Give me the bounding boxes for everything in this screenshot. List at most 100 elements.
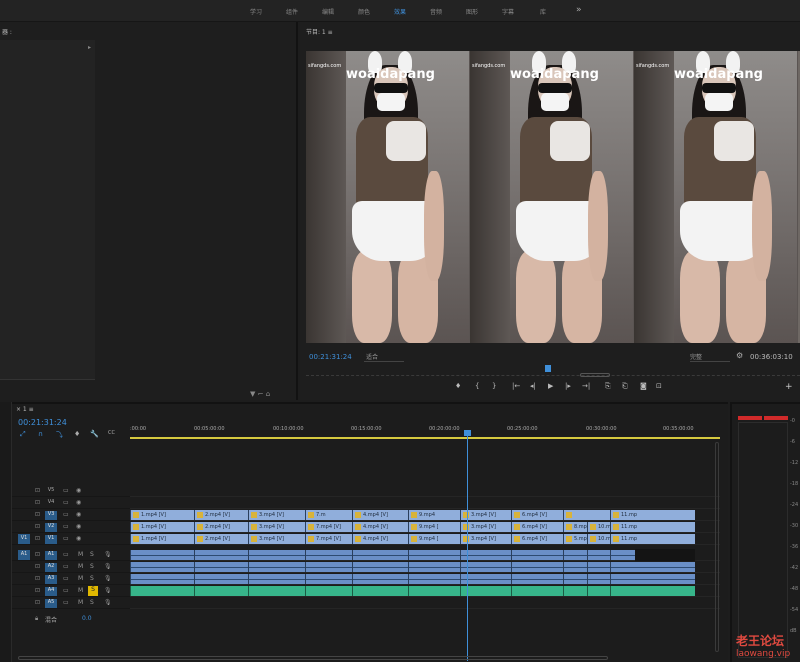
go-to-in-button[interactable]: |← <box>512 382 520 390</box>
lock-icon[interactable]: ⊡ <box>35 551 40 558</box>
track-name[interactable]: A1 <box>45 551 57 560</box>
sync-lock-icon[interactable]: ▭ <box>63 587 69 594</box>
audio-clip[interactable] <box>587 586 610 596</box>
mute-button[interactable]: M <box>78 587 83 594</box>
audio-clip[interactable] <box>408 586 460 596</box>
video-clip[interactable]: 4.mp4 [V] <box>352 522 408 532</box>
captions-icon[interactable]: CC <box>108 430 115 436</box>
linked-selection-icon[interactable]: ⤵ <box>56 430 63 440</box>
workspace-more-button[interactable]: » <box>576 5 582 15</box>
microphone-icon[interactable]: 🎙︎ <box>104 563 112 570</box>
comparison-view-icon[interactable]: ⊡ <box>656 382 662 390</box>
audio-clip[interactable] <box>563 574 587 584</box>
audio-clip[interactable] <box>610 586 695 596</box>
play-button[interactable]: ▶ <box>548 382 553 390</box>
timeline-timecode[interactable]: 00:21:31:24 <box>18 418 67 427</box>
program-playhead[interactable] <box>545 365 551 372</box>
lock-icon[interactable]: ⊡ <box>35 523 40 530</box>
audio-clip[interactable] <box>511 550 563 560</box>
workspace-tab-audio[interactable]: 音频 <box>430 7 442 16</box>
audio-clip[interactable] <box>563 586 587 596</box>
track-lane-v5[interactable] <box>130 485 720 497</box>
wrench-icon[interactable]: ⚙ <box>736 351 743 360</box>
video-clip[interactable]: 7.mp4 [V] <box>305 522 352 532</box>
track-name[interactable]: A5 <box>45 599 57 608</box>
program-time-ruler[interactable] <box>306 368 800 376</box>
track-lane-v1[interactable]: 1.mp4 [V] 2.mp4 [V] 3.mp4 [V] 7.mp4 [V] 4.mp… <box>130 533 720 545</box>
mute-button[interactable]: M <box>78 551 83 558</box>
video-clip[interactable]: 4.mp4 [V] <box>352 534 408 544</box>
audio-clip[interactable] <box>587 550 610 560</box>
snap-icon[interactable]: ∩ <box>38 430 43 438</box>
track-name[interactable]: V3 <box>45 511 57 520</box>
audio-clip[interactable] <box>610 574 695 584</box>
sync-lock-icon[interactable]: ▭ <box>63 563 69 570</box>
workspace-tab-color[interactable]: 颜色 <box>358 7 370 16</box>
video-clip[interactable]: 11.mp <box>610 522 695 532</box>
workspace-tab-libraries[interactable]: 库 <box>540 7 546 16</box>
video-clip[interactable]: 2.mp4 [V] <box>194 510 248 520</box>
video-clip[interactable]: 7.m <box>305 510 352 520</box>
workspace-tab-captions[interactable]: 字幕 <box>502 7 514 16</box>
mute-button[interactable]: M <box>78 575 83 582</box>
track-lane-a3[interactable] <box>130 573 720 585</box>
audio-clip[interactable] <box>305 550 352 560</box>
video-clip[interactable]: 9.mp4 [ <box>408 522 460 532</box>
audio-clip[interactable] <box>194 562 248 572</box>
sync-lock-icon[interactable]: ▭ <box>63 535 69 542</box>
lock-icon[interactable]: ⊡ <box>35 587 40 594</box>
workspace-tab-editing[interactable]: 编辑 <box>322 7 334 16</box>
video-clip[interactable]: 11.mp <box>610 534 695 544</box>
work-area-bar[interactable] <box>130 437 720 439</box>
audio-clip[interactable] <box>352 550 408 560</box>
video-clip[interactable]: 6.mp4 [V] <box>511 534 563 544</box>
audio-clip[interactable] <box>408 574 460 584</box>
source-patch-v1[interactable]: V1 <box>18 534 30 544</box>
sync-lock-icon[interactable]: ▭ <box>63 575 69 582</box>
lock-icon[interactable]: 🔒︎ <box>35 615 38 623</box>
video-preview[interactable]: sifangds.com woaidapang sifangds.com woa… <box>306 51 800 343</box>
mark-in-button[interactable]: { <box>475 382 479 390</box>
playback-quality-dropdown[interactable]: 完整 <box>690 352 730 362</box>
track-lane-a2[interactable] <box>130 561 720 573</box>
program-panel-title[interactable]: 节目: 1 ≡ <box>306 27 333 36</box>
playhead-handle[interactable] <box>464 430 471 436</box>
video-clip[interactable]: 9.mp4 [ <box>408 534 460 544</box>
step-back-button[interactable]: ◂| <box>530 382 536 390</box>
sync-lock-icon[interactable]: ▭ <box>63 599 69 606</box>
audio-clip[interactable] <box>305 586 352 596</box>
video-clip[interactable]: 4.mp4 [V] <box>352 510 408 520</box>
audio-clip[interactable] <box>408 562 460 572</box>
track-lane-a4[interactable] <box>130 585 720 597</box>
workspace-tab-graphics[interactable]: 图形 <box>466 7 478 16</box>
track-name[interactable]: V4 <box>45 499 57 508</box>
microphone-icon[interactable]: 🎙︎ <box>104 599 112 606</box>
audio-clip[interactable] <box>610 550 635 560</box>
audio-clip[interactable] <box>194 574 248 584</box>
audio-clip[interactable] <box>511 562 563 572</box>
solo-button[interactable]: S <box>90 551 94 558</box>
video-clip[interactable]: 7.mp4 [V] <box>305 534 352 544</box>
export-frame-icon[interactable]: ◙ <box>640 382 647 390</box>
video-clip[interactable]: 11.mp <box>610 510 695 520</box>
add-button[interactable]: + <box>785 382 793 392</box>
video-clip[interactable]: 3.mp4 [V] <box>248 510 305 520</box>
eye-icon[interactable]: ◉ <box>76 487 81 494</box>
step-forward-button[interactable]: |▸ <box>565 382 571 390</box>
sync-lock-icon[interactable]: ▭ <box>63 499 69 506</box>
mark-out-button[interactable]: } <box>492 382 496 390</box>
track-name[interactable]: V1 <box>45 535 57 544</box>
add-marker-button[interactable]: ♦ <box>455 382 461 390</box>
audio-clip[interactable] <box>352 574 408 584</box>
audio-clip[interactable] <box>563 562 587 572</box>
audio-clip[interactable] <box>248 574 305 584</box>
workspace-tab-assembly[interactable]: 组件 <box>286 7 298 16</box>
source-list[interactable] <box>0 40 95 380</box>
audio-clip[interactable] <box>194 586 248 596</box>
video-clip[interactable]: 6.mp4 [V] <box>511 510 563 520</box>
timeline-horizontal-scrollbar[interactable] <box>18 656 608 660</box>
track-lane-v2[interactable]: 1.mp4 [V] 2.mp4 [V] 3.mp4 [V] 7.mp4 [V] 4.mp… <box>130 521 720 533</box>
sync-lock-icon[interactable]: ▭ <box>63 487 69 494</box>
audio-clip[interactable] <box>194 550 248 560</box>
track-name[interactable]: A2 <box>45 563 57 572</box>
